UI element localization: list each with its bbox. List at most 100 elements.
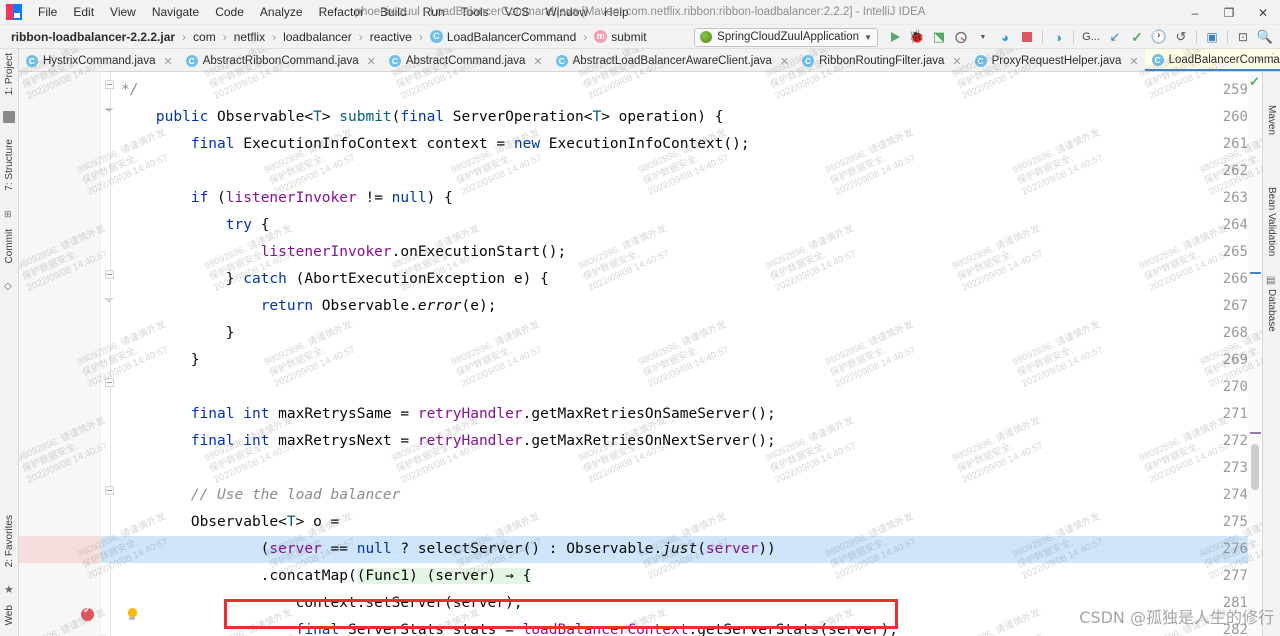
close-icon[interactable]: ✕	[533, 55, 542, 68]
preview-button[interactable]: ⊡	[1232, 26, 1254, 48]
code-line[interactable]: .concatMap((Func1) (server) → {	[121, 563, 1244, 590]
inspection-ok-icon[interactable]: ✓	[1249, 74, 1260, 90]
sidebar-item-commit[interactable]: Commit	[4, 229, 15, 263]
run-configuration-selector[interactable]: SpringCloudZuulApplication ▼	[694, 27, 878, 47]
attach-debugger-button[interactable]: ◕	[994, 26, 1016, 48]
close-icon[interactable]: ✕	[780, 55, 789, 68]
menu-item-tools[interactable]: Tools	[453, 2, 497, 22]
menu-item-edit[interactable]: Edit	[65, 2, 102, 22]
test-state-icon[interactable]	[81, 605, 94, 621]
sidebar-item-project[interactable]: 1: Project	[4, 53, 15, 95]
intention-bulb-icon[interactable]	[125, 608, 139, 622]
search-everywhere-button[interactable]: 🔍	[1254, 26, 1276, 48]
scrollbar-thumb[interactable]	[1251, 444, 1259, 490]
maven-build-button[interactable]: ▣	[1201, 26, 1223, 48]
code-line[interactable]	[121, 374, 1244, 401]
code-line[interactable]: Observable<T> o =	[121, 509, 1244, 536]
menu-item-navigate[interactable]: Navigate	[144, 2, 207, 22]
rollback-button[interactable]: ↺	[1170, 26, 1192, 48]
close-icon[interactable]: ✕	[952, 55, 961, 68]
profile-dropdown-button[interactable]: ▼	[972, 26, 994, 48]
editor-tab-abstractribboncommand[interactable]: C AbstractRibbonCommand.java ✕	[179, 49, 382, 71]
code-line[interactable]: final int maxRetrysSame = retryHandler.g…	[121, 401, 1244, 428]
code-line[interactable]: try {	[121, 212, 1244, 239]
profile-button[interactable]	[950, 26, 972, 48]
code-line[interactable]: listenerInvoker.onExecutionStart();	[121, 239, 1244, 266]
scrollbar-marker[interactable]	[1250, 432, 1261, 434]
editor-tab-proxyrequesthelper[interactable]: C ProxyRequestHelper.java ✕	[968, 49, 1145, 71]
breadcrumb-item-loadbalancer[interactable]: loadbalancer	[280, 29, 355, 45]
close-icon[interactable]: ✕	[1129, 55, 1138, 68]
close-button[interactable]: ✕	[1246, 0, 1280, 25]
debug-button[interactable]: 🐞	[906, 26, 928, 48]
close-icon[interactable]: ✕	[163, 55, 172, 68]
editor-tab-abstractcommand[interactable]: C AbstractCommand.java ✕	[382, 49, 549, 71]
scrollbar-marker[interactable]	[1250, 272, 1261, 274]
run-with-coverage-button[interactable]: ⬔	[928, 26, 950, 48]
sidebar-item-web-label: Web	[4, 605, 15, 626]
tab-list-chevron-down-icon[interactable]: ⌄	[1256, 53, 1264, 64]
menu-item-vcs[interactable]: VCS	[497, 2, 538, 22]
menu-item-run[interactable]: Run	[415, 2, 453, 22]
code-text[interactable]: */ public Observable<T> submit(final Ser…	[121, 72, 1244, 636]
fold-expand-arrow-icon[interactable]	[104, 298, 114, 303]
menu-item-help[interactable]: Help	[596, 2, 637, 22]
code-line[interactable]: context.setServer(server);	[121, 590, 1244, 617]
fold-marker-icon	[105, 106, 114, 115]
minimize-button[interactable]: –	[1178, 0, 1212, 25]
breadcrumb-item-reactive[interactable]: reactive	[367, 29, 415, 45]
editor-tab-abstractloadbalancerawareclient[interactable]: C AbstractLoadBalancerAwareClient.java ✕	[549, 49, 795, 71]
code-line[interactable]: // Use the load balancer	[121, 482, 1244, 509]
sidebar-item-structure[interactable]: 7: Structure	[4, 139, 15, 191]
code-line[interactable]: (server == null ? selectServer() : Obser…	[121, 536, 1244, 563]
editor-tab-ribbonroutingfilter[interactable]: C RibbonRoutingFilter.java ✕	[795, 49, 968, 71]
code-line[interactable]	[121, 455, 1244, 482]
git-label[interactable]: G...	[1078, 26, 1104, 48]
code-line[interactable]: public Observable<T> submit(final Server…	[121, 104, 1244, 131]
editor-tab-hystrixcommand[interactable]: C HystrixCommand.java ✕	[19, 49, 179, 71]
close-icon[interactable]: ✕	[367, 55, 376, 68]
code-line[interactable]: return Observable.error(e);	[121, 293, 1244, 320]
sidebar-item-bean-validation[interactable]: Bean Validation	[1266, 187, 1277, 256]
code-line[interactable]: final ServerStats stats = loadBalancerCo…	[121, 617, 1244, 636]
menu-item-code[interactable]: Code	[207, 2, 252, 22]
history-button[interactable]: 🕐	[1148, 26, 1170, 48]
sidebar-item-database[interactable]: Database	[1266, 289, 1277, 332]
breadcrumb-item-netflix[interactable]: netflix	[231, 29, 268, 45]
run-button[interactable]	[884, 26, 906, 48]
stop-button[interactable]	[1016, 26, 1038, 48]
breadcrumb-item-com[interactable]: com	[190, 29, 219, 45]
fold-marker-icon[interactable]	[105, 486, 114, 495]
code-line[interactable]: }	[121, 347, 1244, 374]
breadcrumb-item-jar[interactable]: ribbon-loadbalancer-2.2.2.jar	[8, 29, 178, 45]
menu-item-view[interactable]: View	[102, 2, 144, 22]
update-application-button[interactable]: ◑	[1047, 26, 1069, 48]
menu-item-build[interactable]: Build	[372, 2, 415, 22]
update-project-button[interactable]: ↙	[1104, 26, 1126, 48]
editor-scrollbar[interactable]	[1248, 72, 1262, 636]
code-line[interactable]: */	[121, 77, 1244, 104]
menu-item-file[interactable]: File	[30, 2, 65, 22]
fold-marker-icon[interactable]	[105, 378, 114, 387]
fold-marker-icon[interactable]	[105, 270, 114, 279]
code-line[interactable]: final ExecutionInfoContext context = new…	[121, 131, 1244, 158]
code-line[interactable]: } catch (AbortExecutionException e) {	[121, 266, 1244, 293]
breadcrumb-item-class[interactable]: C LoadBalancerCommand	[427, 29, 579, 45]
code-line[interactable]: final int maxRetrysNext = retryHandler.g…	[121, 428, 1244, 455]
sidebar-item-favorites[interactable]: 2: Favorites	[4, 515, 15, 567]
code-line[interactable]	[121, 158, 1244, 185]
fold-marker-icon[interactable]	[105, 80, 114, 89]
commit-button[interactable]: ✓	[1126, 26, 1148, 48]
code-token: ExecutionInfoContext context =	[234, 136, 514, 152]
breadcrumb-item-method[interactable]: m submit	[591, 29, 649, 45]
menu-item-refactor[interactable]: Refactor	[311, 2, 372, 22]
code-editor[interactable]: 259 260 261 262 263 264 265 266 267 268 269 270 271 2…	[19, 72, 1262, 636]
sidebar-item-maven[interactable]: Maven	[1266, 105, 1277, 135]
menu-item-analyze[interactable]: Analyze	[252, 2, 311, 22]
code-line[interactable]: }	[121, 320, 1244, 347]
code-token: final	[295, 622, 340, 636]
code-line[interactable]: if (listenerInvoker != null) {	[121, 185, 1244, 212]
maximize-button[interactable]: ❐	[1212, 0, 1246, 25]
sidebar-item-web[interactable]: Web	[4, 605, 15, 625]
menu-item-window[interactable]: Window	[537, 2, 596, 22]
